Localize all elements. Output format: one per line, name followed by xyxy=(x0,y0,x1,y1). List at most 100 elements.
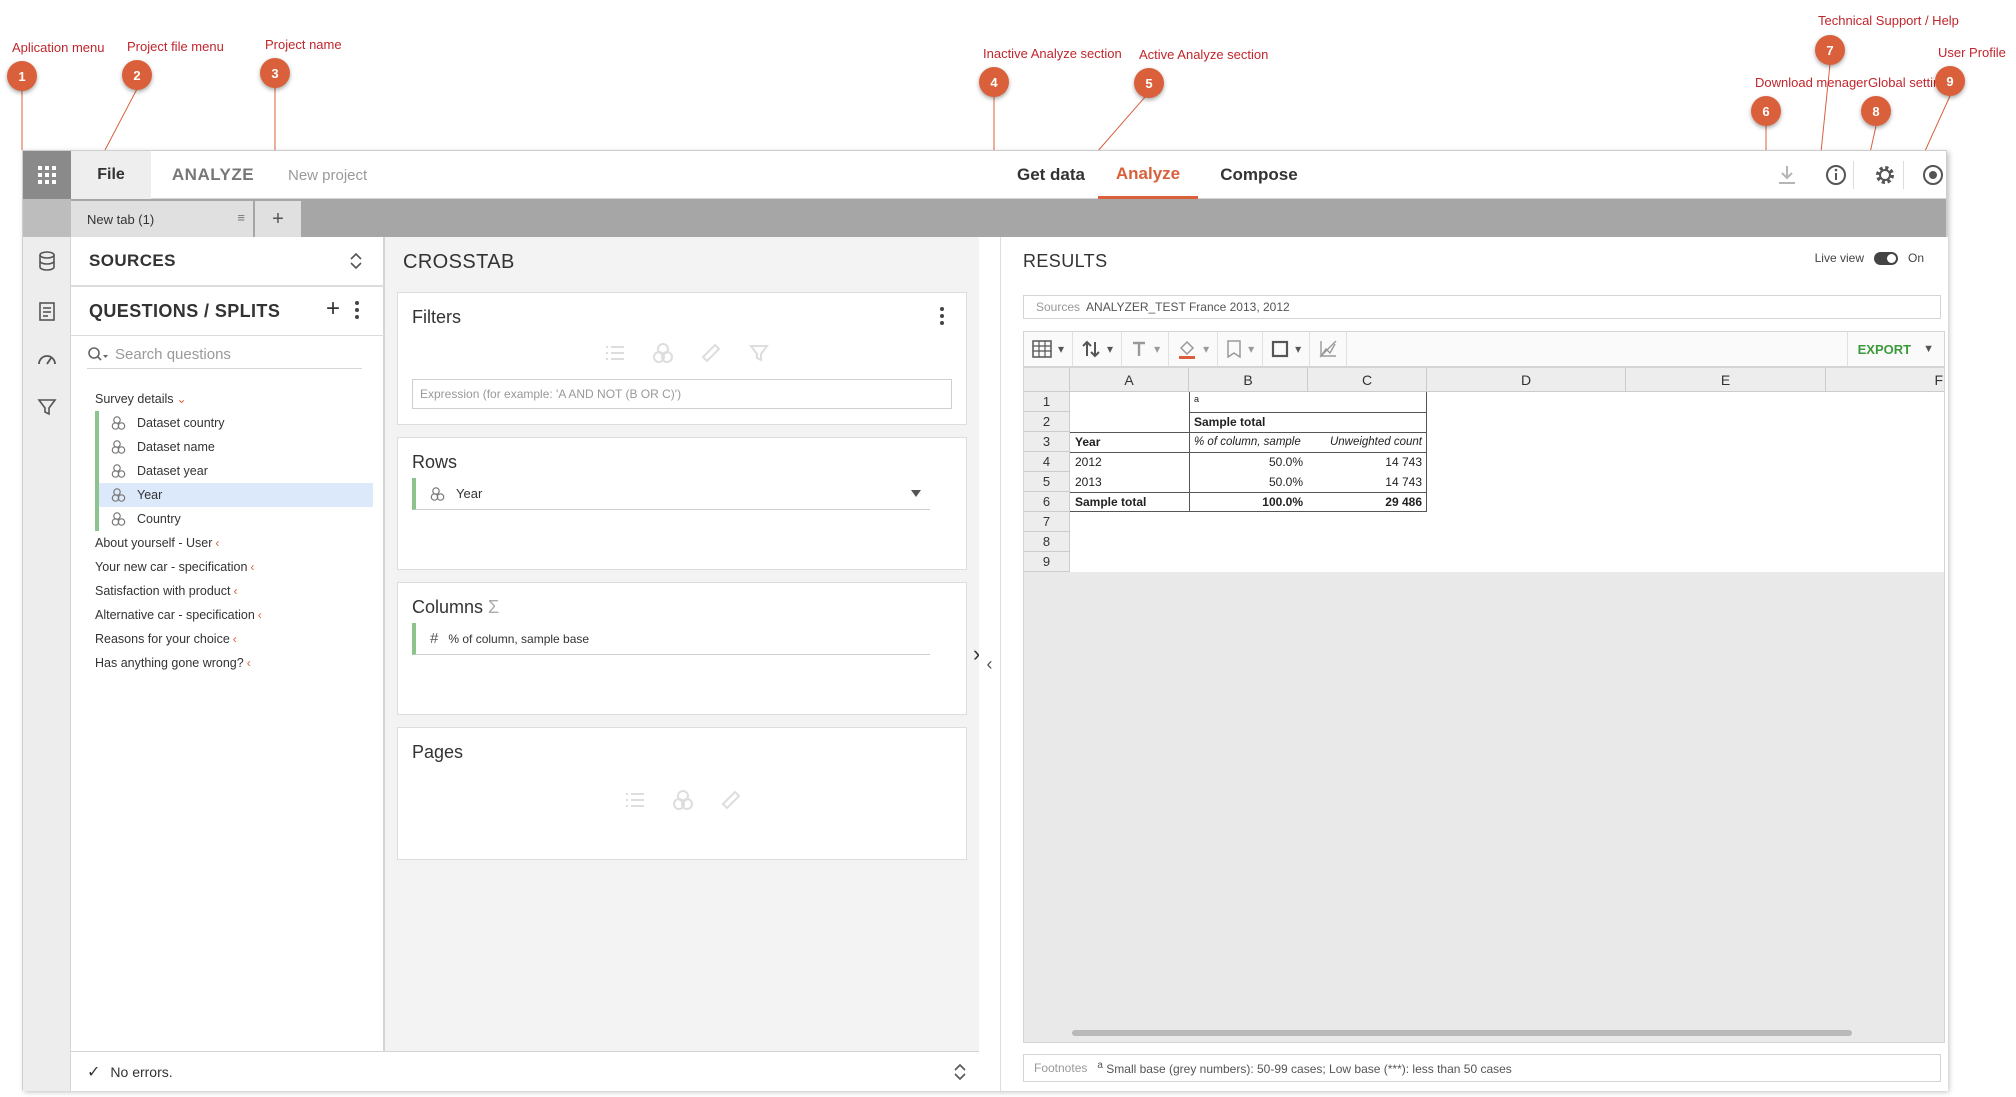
tree-group-satisfaction[interactable]: Satisfaction with product ‹ xyxy=(95,579,375,603)
toggle-switch[interactable] xyxy=(1873,251,1898,265)
user-icon[interactable] xyxy=(1921,163,1945,187)
filters-more-icon[interactable] xyxy=(940,307,944,325)
funnel-icon[interactable] xyxy=(910,489,922,499)
sigma-icon[interactable]: Σ xyxy=(488,597,499,617)
cell-a3[interactable]: Year xyxy=(1070,432,1189,452)
file-menu-button[interactable]: File xyxy=(71,151,151,199)
add-question-button[interactable]: + xyxy=(326,295,340,323)
tree-item-year[interactable]: Year xyxy=(99,483,373,507)
project-name[interactable]: New project xyxy=(288,151,367,199)
collapse-panel-chevron-icon[interactable]: ‹ xyxy=(979,237,1000,1091)
side-icon-strip xyxy=(23,237,71,1091)
sort-button[interactable]: ▾ xyxy=(1073,331,1123,367)
tree-item-dataset-country[interactable]: Dataset country xyxy=(99,411,373,435)
row-header[interactable]: 1 xyxy=(1024,392,1070,412)
download-icon[interactable] xyxy=(1775,163,1799,187)
live-view-toggle[interactable]: Live view On xyxy=(1815,251,1924,265)
border-button[interactable]: ▾ xyxy=(1263,331,1311,367)
nav-tab-analyze[interactable]: Analyze xyxy=(1098,151,1198,199)
row-header[interactable]: 4 xyxy=(1024,452,1070,472)
tab-new-tab[interactable]: New tab (1) ≡ xyxy=(71,201,253,237)
tree-group-gone-wrong[interactable]: Has anything gone wrong? ‹ xyxy=(95,651,375,675)
questions-list-icon[interactable] xyxy=(35,299,59,323)
expand-collapse-icon[interactable] xyxy=(349,251,363,271)
cell-b4[interactable]: 50.0% xyxy=(1189,452,1308,472)
text-format-button[interactable]: ▾ xyxy=(1122,331,1170,367)
list-icon xyxy=(606,346,624,360)
table-view-button[interactable]: ▾ xyxy=(1024,331,1074,367)
cell-c4[interactable]: 14 743 xyxy=(1308,452,1427,472)
tree-item-country[interactable]: Country xyxy=(99,507,373,531)
gauge-icon[interactable] xyxy=(35,347,59,371)
cell-a6[interactable]: Sample total xyxy=(1070,492,1189,512)
row-header[interactable]: 3 xyxy=(1024,432,1070,452)
info-icon[interactable] xyxy=(1824,163,1848,187)
tree-group-about-yourself[interactable]: About yourself - User ‹ xyxy=(95,531,375,555)
cell-a4[interactable]: 2012 xyxy=(1070,452,1189,472)
database-icon[interactable] xyxy=(35,249,59,273)
sources-box: Sources ANALYZER_TEST France 2013, 2012 xyxy=(1023,295,1941,319)
nav-tab-compose[interactable]: Compose xyxy=(1209,151,1309,199)
status-expand-icon[interactable] xyxy=(953,1062,967,1082)
export-button[interactable]: EXPORT ▼ xyxy=(1846,331,1944,367)
more-vert-icon[interactable] xyxy=(355,301,359,319)
cell-c6[interactable]: 29 486 xyxy=(1308,492,1427,512)
annotation-label-4: Inactive Analyze section xyxy=(983,46,1122,61)
app-menu-button[interactable] xyxy=(23,151,71,199)
filter-icon xyxy=(749,345,769,362)
clear-chart-button[interactable] xyxy=(1310,331,1348,367)
left-panel: SOURCES QUESTIONS / SPLITS + Search ques… xyxy=(71,237,385,1051)
gear-icon[interactable] xyxy=(1873,163,1897,187)
annotation-label-3: Project name xyxy=(265,37,342,52)
cell-b1[interactable]: a xyxy=(1189,392,1308,412)
fill-color-button[interactable]: ▾ xyxy=(1169,331,1219,367)
top-bar: File ANALYZE New project Get data Analyz… xyxy=(23,151,1946,199)
column-header-b[interactable]: B xyxy=(1189,368,1308,392)
rows-item-year[interactable]: Year xyxy=(412,478,930,510)
filters-card: Filters Expression (for example: 'A AND … xyxy=(397,292,967,425)
split-icon xyxy=(111,512,126,526)
status-text: No errors. xyxy=(110,1063,173,1080)
cell-b5[interactable]: 50.0% xyxy=(1189,472,1308,492)
row-header[interactable]: 8 xyxy=(1024,532,1070,552)
column-header-a[interactable]: A xyxy=(1070,368,1189,392)
footnote-text: a Small base (grey numbers): 50-99 cases… xyxy=(1097,1060,1512,1076)
cell-b6[interactable]: 100.0% xyxy=(1189,492,1308,512)
horizontal-scrollbar[interactable] xyxy=(1072,1030,1852,1036)
row-header[interactable]: 6 xyxy=(1024,492,1070,512)
search-questions[interactable]: Search questions xyxy=(87,341,362,369)
add-tab-button[interactable]: + xyxy=(255,201,301,237)
annotation-badge-9: 9 xyxy=(1935,66,1965,96)
cell-c3[interactable]: Unweighted count xyxy=(1308,432,1427,452)
cell-area[interactable]: a Sample total Year % of column, sample … xyxy=(1070,392,1944,572)
tree-group-new-car[interactable]: Your new car - specification ‹ xyxy=(95,555,375,579)
filter-expression-input[interactable]: Expression (for example: 'A AND NOT (B O… xyxy=(412,379,952,409)
column-header-e[interactable]: E xyxy=(1626,368,1826,392)
filter-icon[interactable] xyxy=(35,395,59,419)
tree-item-dataset-year[interactable]: Dataset year xyxy=(99,459,373,483)
column-header-c[interactable]: C xyxy=(1308,368,1427,392)
tree-group-survey-details[interactable]: Survey details ⌄ xyxy=(95,387,375,411)
column-header-f[interactable]: F xyxy=(1826,368,1944,392)
row-header[interactable]: 5 xyxy=(1024,472,1070,492)
cell-b2[interactable]: Sample total xyxy=(1189,412,1427,432)
column-header-d[interactable]: D xyxy=(1427,368,1626,392)
annotation-label-9: User Profile xyxy=(1938,45,2006,60)
sheet-corner[interactable] xyxy=(1024,368,1070,392)
cell-c5[interactable]: 14 743 xyxy=(1308,472,1427,492)
rows-card: Rows Year xyxy=(397,437,967,570)
ruler-icon xyxy=(701,343,721,363)
bookmark-button[interactable]: ▾ xyxy=(1218,331,1264,367)
tree-group-reasons[interactable]: Reasons for your choice ‹ xyxy=(95,627,375,651)
row-header[interactable]: 9 xyxy=(1024,552,1070,572)
cell-b3[interactable]: % of column, sample xyxy=(1189,432,1308,452)
tree-group-alternative-car[interactable]: Alternative car - specification ‹ xyxy=(95,603,375,627)
columns-item[interactable]: # % of column, sample base xyxy=(412,623,930,655)
tab-menu-icon[interactable]: ≡ xyxy=(237,210,245,225)
nav-tab-get-data[interactable]: Get data xyxy=(1001,151,1101,199)
row-header[interactable]: 7 xyxy=(1024,512,1070,532)
row-header[interactable]: 2 xyxy=(1024,412,1070,432)
cell-a5[interactable]: 2013 xyxy=(1070,472,1189,492)
tree-item-dataset-name[interactable]: Dataset name xyxy=(99,435,373,459)
status-bar: ✓ No errors. xyxy=(71,1051,979,1091)
